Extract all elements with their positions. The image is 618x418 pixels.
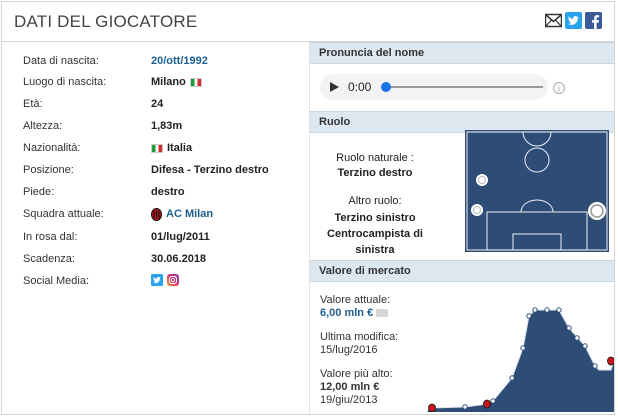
- info-value: Italia: [151, 141, 192, 155]
- chart-point[interactable]: [526, 313, 532, 319]
- birthdate-link[interactable]: 20/ott/1992: [151, 54, 208, 68]
- ac-milan-crest-icon[interactable]: [607, 356, 615, 366]
- other-role-value: sinistra: [355, 244, 395, 256]
- market-value-chart: [427, 307, 615, 412]
- info-label: Posizione:: [23, 164, 74, 176]
- info-label: Luogo di nascita:: [23, 76, 107, 88]
- market-value-title: Valore di mercato: [319, 265, 411, 277]
- info-label: Età:: [23, 98, 43, 110]
- italy-flag-icon: [151, 143, 163, 153]
- natural-role-value: Terzino destro: [337, 167, 413, 179]
- audio-player: 0:00: [320, 74, 548, 100]
- audio-scrubber-handle[interactable]: [381, 82, 391, 92]
- birthplace-value: Milano: [151, 76, 186, 88]
- highest-value: 12,00 mln €: [320, 381, 380, 393]
- social-links: [151, 274, 179, 286]
- email-share-icon[interactable]: [545, 12, 562, 29]
- play-icon[interactable]: [330, 82, 339, 92]
- chart-point[interactable]: [462, 404, 468, 410]
- natural-role-label: Ruolo naturale :: [336, 152, 414, 164]
- info-value: 30.06.2018: [151, 253, 207, 265]
- other-role-value: Centrocampista di: [327, 228, 423, 240]
- chart-point[interactable]: [490, 398, 496, 404]
- player-data-panel: DATI DEL GIOCATORE Data di nascita: 20/o…: [1, 1, 615, 415]
- share-icons: [545, 12, 602, 29]
- info-label: Piede:: [23, 186, 55, 198]
- info-value: Difesa - Terzino destro: [151, 164, 269, 176]
- pronunciation-title: Pronuncia del nome: [319, 47, 425, 59]
- italy-flag-icon: [189, 77, 202, 87]
- pronunciation-header: Pronuncia del nome: [310, 42, 614, 64]
- chart-point[interactable]: [544, 307, 550, 313]
- audio-progress-track[interactable]: [385, 86, 543, 88]
- chart-point[interactable]: [574, 335, 580, 341]
- nationality-value: Italia: [167, 142, 193, 154]
- market-value-header: Valore di mercato: [310, 260, 614, 282]
- info-value: 24: [151, 98, 164, 110]
- chart-point[interactable]: [532, 307, 538, 313]
- info-label: Data di nascita:: [23, 55, 99, 67]
- instagram-icon[interactable]: [167, 274, 179, 286]
- info-label: Social Media:: [23, 275, 90, 287]
- other-role-label: Altro ruolo:: [348, 195, 402, 207]
- info-label: Scadenza:: [23, 253, 75, 265]
- facebook-share-icon[interactable]: [585, 12, 602, 29]
- info-label: Squadra attuale:: [23, 208, 104, 220]
- chart-point[interactable]: [556, 307, 562, 313]
- chart-point[interactable]: [592, 363, 598, 369]
- highest-value-date: 19/giu/2013: [320, 394, 378, 406]
- other-role-value: Terzino sinistro: [334, 212, 416, 224]
- info-label: Nazionalità:: [23, 142, 81, 154]
- current-value-block: Valore attuale: 6,00 mln €: [320, 294, 390, 320]
- panel-header: DATI DEL GIOCATORE: [2, 2, 614, 42]
- twitter-share-icon[interactable]: [565, 12, 582, 29]
- other-role: Altro ruolo: Terzino sinistro Centrocamp…: [310, 195, 440, 258]
- current-value: 6,00 mln €: [320, 307, 390, 320]
- right-column: Pronuncia del nome 0:00 i Ruolo Ruolo na…: [310, 42, 614, 414]
- club-link[interactable]: AC Milan: [151, 207, 213, 221]
- natural-role: Ruolo naturale : Terzino destro: [310, 152, 440, 179]
- panel-title: DATI DEL GIOCATORE: [14, 12, 198, 31]
- last-change-block: Ultima modifica: 15/lug/2016: [320, 331, 398, 357]
- info-value: 1,83m: [151, 120, 183, 132]
- current-value-amount: 6,00 mln €: [320, 307, 374, 319]
- last-change-value: 15/lug/2016: [320, 344, 378, 356]
- player-info-list: Data di nascita: 20/ott/1992 Luogo di na…: [2, 42, 308, 414]
- info-value: 01/lug/2011: [151, 231, 210, 243]
- chart-point[interactable]: [520, 345, 526, 351]
- chart-point[interactable]: [566, 325, 572, 331]
- last-change-label: Ultima modifica:: [320, 331, 399, 343]
- chart-point[interactable]: [582, 343, 588, 349]
- club-name: AC Milan: [166, 208, 214, 220]
- info-icon[interactable]: i: [553, 82, 565, 94]
- role-title: Ruolo: [319, 116, 351, 128]
- ac-milan-crest-icon[interactable]: [483, 399, 491, 409]
- info-label: In rosa dal:: [23, 231, 78, 243]
- ac-milan-crest-icon[interactable]: [428, 403, 436, 412]
- ac-milan-crest-icon: [151, 207, 162, 221]
- pitch-diagram: [465, 130, 609, 252]
- current-value-label: Valore attuale:: [320, 294, 391, 306]
- info-value: destro: [151, 186, 185, 198]
- highest-value-block: Valore più alto: 12,00 mln € 19/giu/2013: [320, 368, 393, 407]
- highest-value-label: Valore più alto:: [320, 368, 393, 380]
- info-label: Altezza:: [23, 120, 63, 132]
- twitter-icon[interactable]: [151, 274, 163, 286]
- chat-bubble-icon: [376, 309, 389, 318]
- audio-time: 0:00: [348, 80, 372, 94]
- chart-point[interactable]: [509, 375, 515, 381]
- info-value: Milano: [151, 75, 202, 89]
